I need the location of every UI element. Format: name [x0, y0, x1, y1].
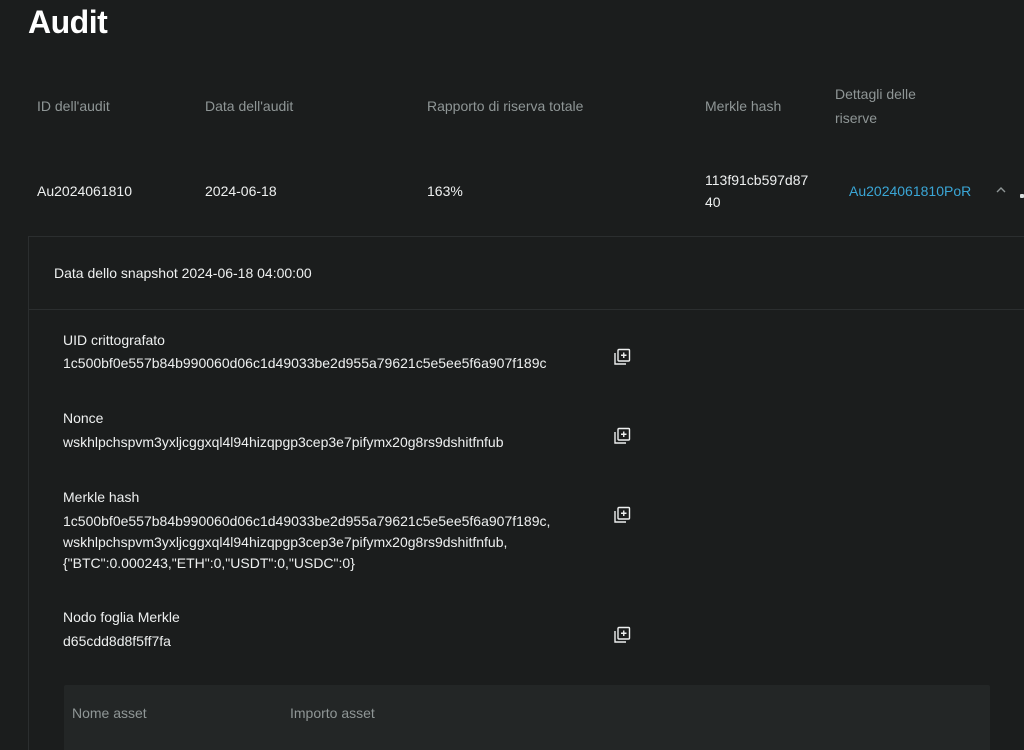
merkle-leaf-label: Nodo foglia Merkle — [63, 609, 180, 625]
merkle-leaf-value: d65cdd8d8f5ff7fa — [63, 633, 171, 649]
merkle-hash-value: 1c500bf0e557b84b990060d06c1d49033be2d955… — [63, 511, 603, 574]
reserve-details-link[interactable]: Au2024061810PoR — [849, 180, 973, 202]
copy-merkle-hash-icon[interactable] — [613, 506, 631, 524]
copy-merkle-leaf-icon[interactable] — [613, 626, 631, 644]
page-title: Audit — [28, 4, 108, 40]
cell-audit-id: Au2024061810 — [37, 183, 132, 199]
header-reserve-details: Dettagli delle riserve — [835, 82, 916, 130]
merkle-hash-value-line1: 1c500bf0e557b84b990060d06c1d49033be2d955… — [63, 513, 551, 529]
audit-detail-panel: Data dello snapshot 2024-06-18 04:00:00 … — [28, 236, 1024, 750]
header-reserve-details-line1: Dettagli delle — [835, 86, 916, 102]
audit-page: Audit ID dell'audit Data dell'audit Rapp… — [0, 0, 1024, 750]
header-merkle-hash: Merkle hash — [705, 98, 782, 114]
asset-table: Nome asset Importo asset — [64, 685, 990, 750]
cell-merkle-hash-line1: 113f91cb597d87 — [705, 172, 809, 188]
copy-nonce-icon[interactable] — [613, 427, 631, 445]
snapshot-header: Data dello snapshot 2024-06-18 04:00:00 — [29, 237, 1024, 310]
asset-name-header: Nome asset — [72, 705, 147, 721]
copy-uid-icon[interactable] — [613, 348, 631, 366]
merkle-hash-value-line2: wskhlpchspvm3yxljcggxql4l94hizqpgp3cep3e… — [63, 534, 508, 550]
header-reserve-details-line2: riserve — [835, 110, 878, 126]
snapshot-date: Data dello snapshot 2024-06-18 04:00:00 — [54, 265, 312, 281]
encrypted-uid-label: UID crittografato — [63, 332, 165, 348]
asset-amount-header: Importo asset — [290, 705, 375, 721]
header-audit-id: ID dell'audit — [37, 98, 110, 114]
nonce-value: wskhlpchspvm3yxljcggxql4l94hizqpgp3cep3e… — [63, 434, 504, 450]
merkle-hash-label: Merkle hash — [63, 489, 140, 505]
encrypted-uid-value: 1c500bf0e557b84b990060d06c1d49033be2d955… — [63, 355, 547, 371]
cell-merkle-hash-line2: 40 — [705, 194, 721, 210]
merkle-hash-value-line3: {"BTC":0.000243,"ETH":0,"USDT":0,"USDC":… — [63, 555, 355, 571]
header-reserve-ratio: Rapporto di riserva totale — [427, 98, 584, 114]
row-overflow-marker — [1020, 194, 1024, 198]
cell-reserve-ratio: 163% — [427, 183, 463, 199]
chevron-up-icon[interactable] — [994, 183, 1008, 197]
cell-audit-date: 2024-06-18 — [205, 183, 277, 199]
header-audit-date: Data dell'audit — [205, 98, 294, 114]
nonce-label: Nonce — [63, 410, 104, 426]
cell-merkle-hash: 113f91cb597d87 40 — [705, 169, 808, 213]
